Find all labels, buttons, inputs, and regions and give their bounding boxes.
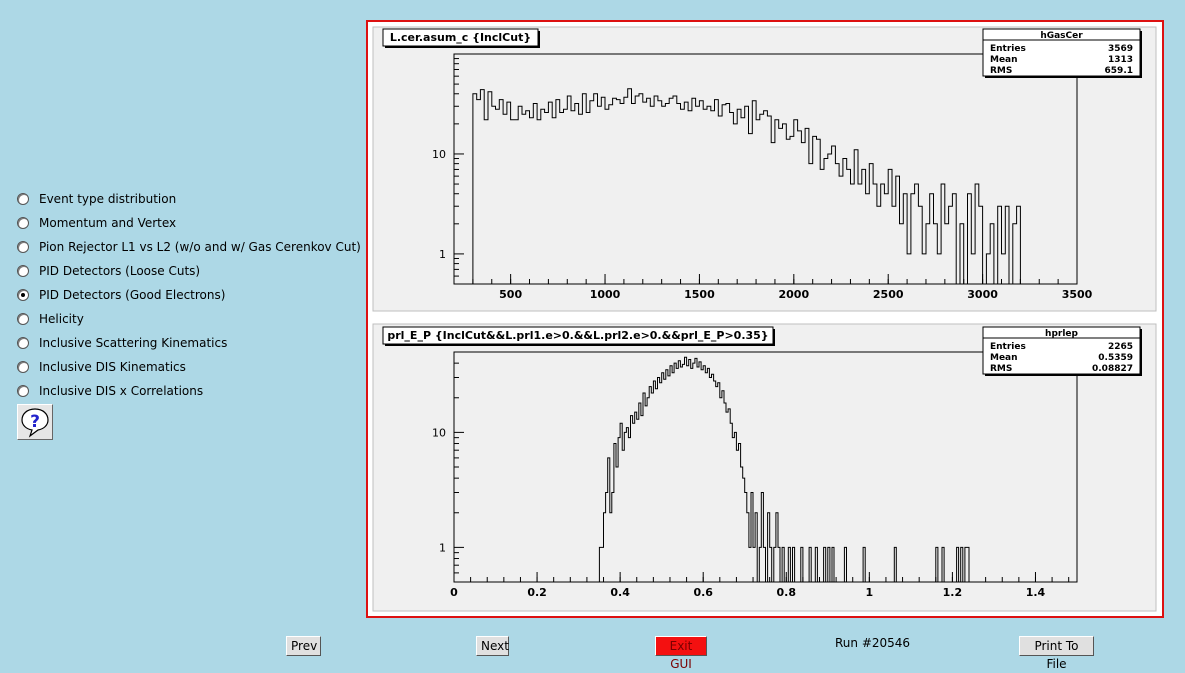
menu-item-label: Momentum and Vertex <box>39 216 177 230</box>
x-tick-label: 3000 <box>967 288 998 301</box>
menu-item-label: Inclusive DIS Kinematics <box>39 360 186 374</box>
menu-item-label: Pion Rejector L1 vs L2 (w/o and w/ Gas C… <box>39 240 361 254</box>
x-tick-label: 0.4 <box>610 586 630 599</box>
stats-name: hGasCer <box>1040 31 1083 41</box>
radio-button-icon[interactable] <box>17 193 29 205</box>
prev-button[interactable]: Prev <box>286 636 321 656</box>
stats-value: 3569 <box>1108 44 1133 54</box>
histogram-canvas: 110500 1000 1500 2000 2500 3000 3500L.cer.asum… <box>372 26 1157 612</box>
y-tick-label: 1 <box>439 248 446 261</box>
radio-button-icon[interactable] <box>17 265 29 277</box>
menu-item-inclusive-scattering[interactable]: Inclusive Scattering Kinematics <box>17 333 227 353</box>
radio-button-icon[interactable] <box>17 217 29 229</box>
x-tick-label: 2500 <box>873 288 904 301</box>
x-tick-label: 500 <box>499 288 522 301</box>
stats-value: 1313 <box>1108 55 1133 65</box>
question-mark-icon: ? <box>21 408 49 438</box>
x-tick-label: 2000 <box>779 288 810 301</box>
stats-key: Mean <box>990 55 1018 65</box>
y-tick-label: 10 <box>432 426 446 439</box>
y-tick-label: 10 <box>432 148 446 161</box>
svg-text:?: ? <box>30 412 40 432</box>
menu-item-helicity[interactable]: Helicity <box>17 309 84 329</box>
stats-value: 0.5359 <box>1098 353 1133 363</box>
print-to-file-button[interactable]: Print To File <box>1019 636 1094 671</box>
radio-button-icon[interactable] <box>17 385 29 397</box>
radio-button-icon[interactable] <box>17 313 29 325</box>
menu-item-label: Event type distribution <box>39 192 177 206</box>
stats-value: 0.08827 <box>1092 364 1133 374</box>
x-tick-label: 1000 <box>590 288 621 301</box>
stats-name: hprlep <box>1045 329 1078 339</box>
radio-button-icon[interactable] <box>17 361 29 373</box>
radio-button-icon[interactable] <box>17 337 29 349</box>
stats-key: Entries <box>990 342 1026 352</box>
stats-key: RMS <box>990 364 1012 374</box>
stats-key: RMS <box>990 66 1012 76</box>
x-tick-label: 1 <box>866 586 874 599</box>
next-button[interactable]: Next <box>476 636 509 656</box>
menu-item-pion-rejector[interactable]: Pion Rejector L1 vs L2 (w/o and w/ Gas C… <box>17 237 361 257</box>
exit-gui-button[interactable]: Exit GUI <box>655 636 707 671</box>
stats-key: Mean <box>990 353 1018 363</box>
y-tick-label: 1 <box>439 541 446 554</box>
menu-item-pid-good[interactable]: PID Detectors (Good Electrons) <box>17 285 225 305</box>
x-tick-label: 1500 <box>684 288 715 301</box>
radio-button-icon[interactable] <box>17 241 29 253</box>
menu-item-label: Inclusive Scattering Kinematics <box>39 336 228 350</box>
menu-item-label: Helicity <box>39 312 84 326</box>
menu-item-label: PID Detectors (Good Electrons) <box>39 288 226 302</box>
histogram-title: prl_E_P {InclCut&&L.prl1.e>0.&&L.prl2.e>… <box>387 329 768 342</box>
x-tick-label: 1.4 <box>1026 586 1046 599</box>
x-tick-label: 0.8 <box>777 586 797 599</box>
stats-value: 659.1 <box>1105 66 1133 76</box>
menu-item-label: PID Detectors (Loose Cuts) <box>39 264 201 278</box>
menu-item-event-type[interactable]: Event type distribution <box>17 189 176 209</box>
menu-item-inclusive-dis[interactable]: Inclusive DIS Kinematics <box>17 357 186 377</box>
plot-canvas: 1 10 500 1000 1500 2000 2500 3000 3500 L.cer.asum… <box>366 20 1164 618</box>
x-tick-label: 0 <box>450 586 458 599</box>
menu-item-momentum-vertex[interactable]: Momentum and Vertex <box>17 213 176 233</box>
stats-value: 2265 <box>1108 342 1133 352</box>
x-tick-label: 1.2 <box>943 586 963 599</box>
menu-item-label: Inclusive DIS x Correlations <box>39 384 204 398</box>
stats-key: Entries <box>990 44 1026 54</box>
radio-button-checked-icon[interactable] <box>17 289 29 301</box>
menu-item-inclusive-dis-x[interactable]: Inclusive DIS x Correlations <box>17 381 203 401</box>
run-number-label: Run #20546 <box>835 636 911 650</box>
x-tick-label: 0.2 <box>527 586 547 599</box>
help-button[interactable]: ? <box>17 404 53 440</box>
x-tick-label: 0.6 <box>693 586 713 599</box>
x-tick-label: 3500 <box>1062 288 1093 301</box>
menu-item-pid-loose[interactable]: PID Detectors (Loose Cuts) <box>17 261 200 281</box>
histogram-title: L.cer.asum_c {InclCut} <box>390 31 531 44</box>
